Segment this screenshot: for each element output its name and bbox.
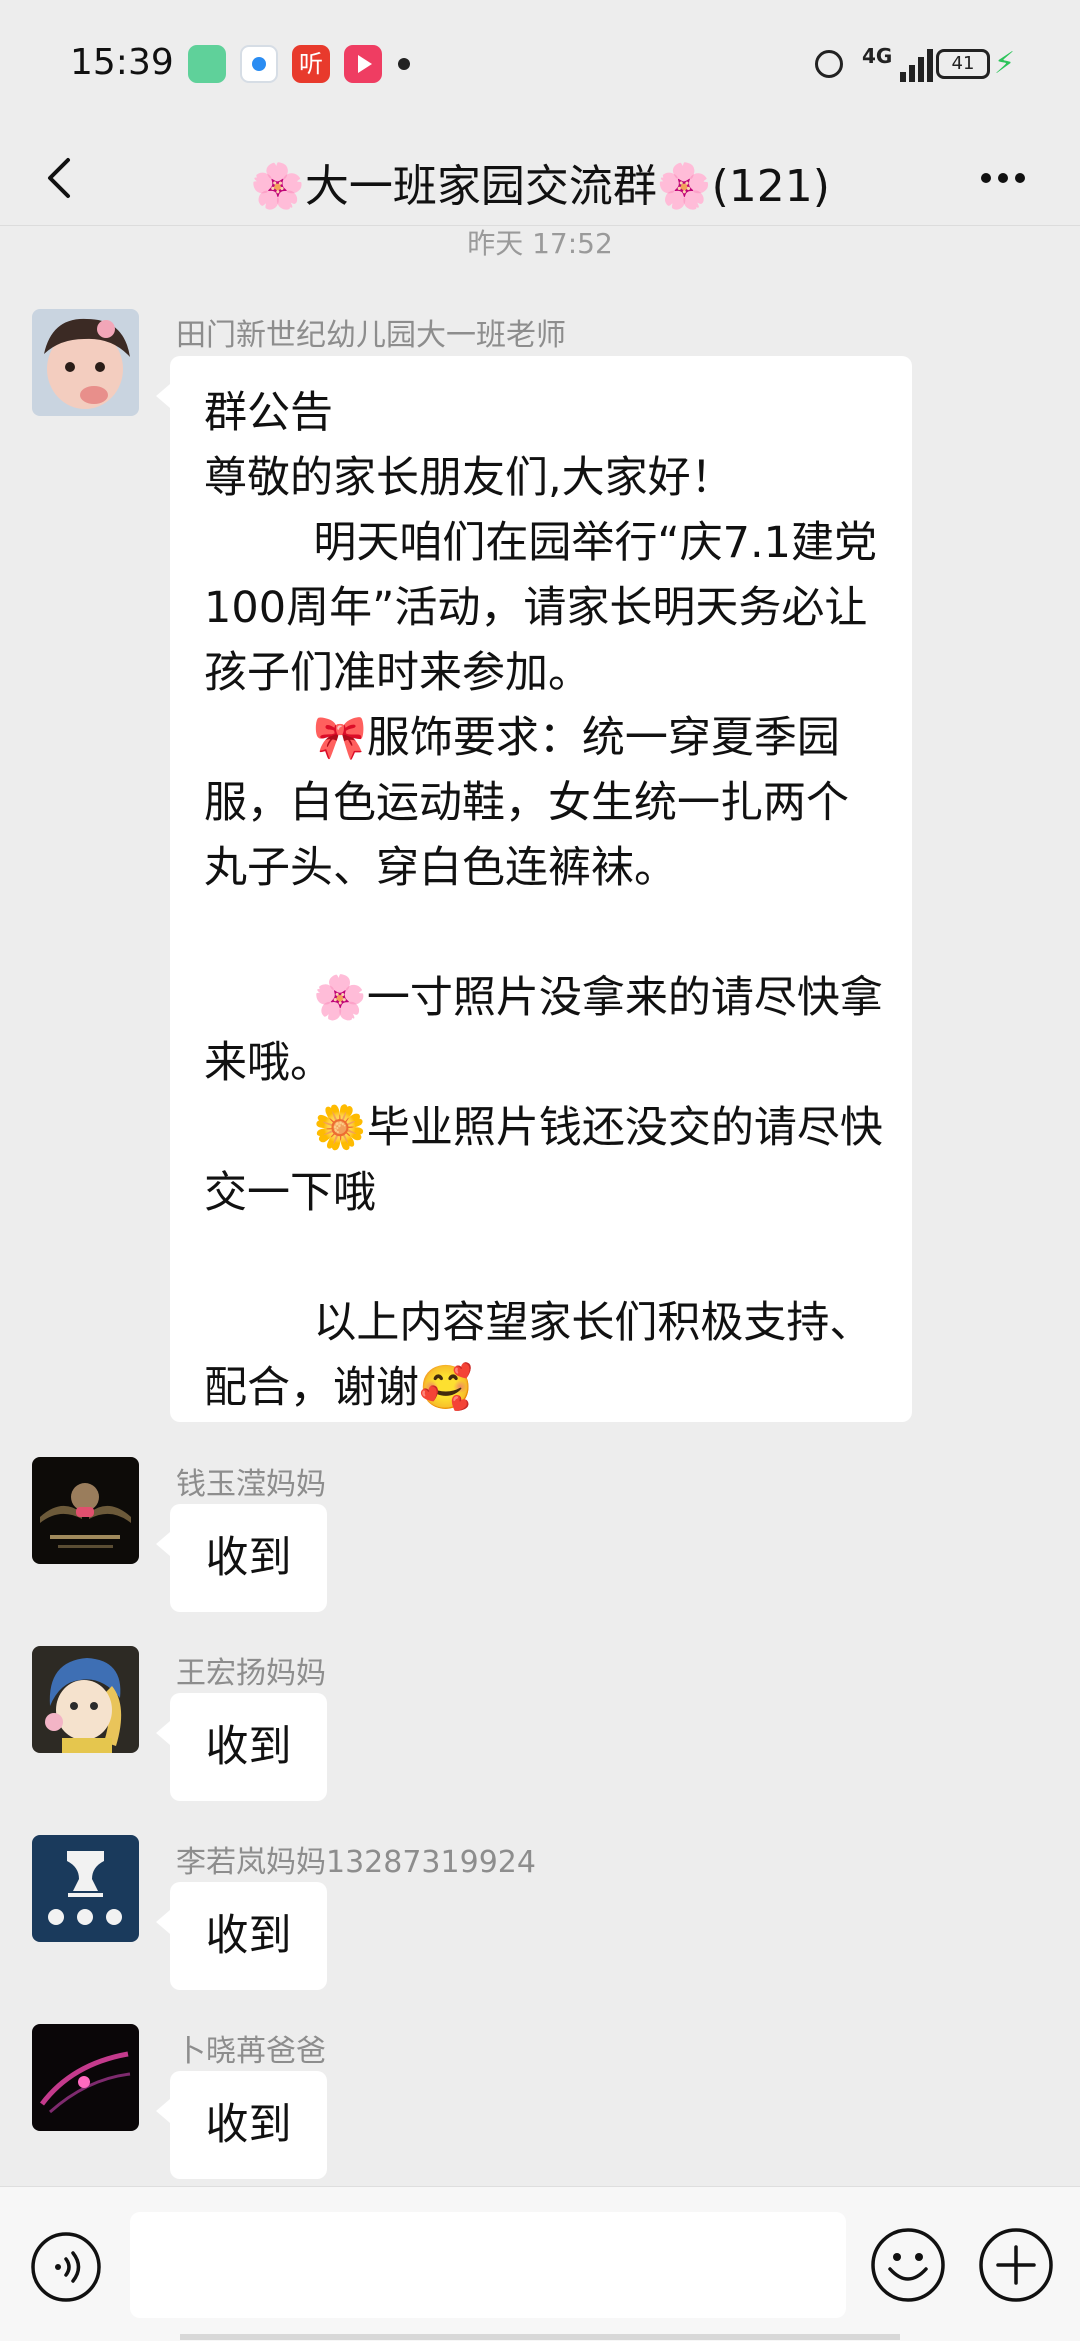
notification-dot-icon	[398, 58, 410, 70]
ting-app-icon: 听	[292, 45, 330, 83]
avatar[interactable]	[32, 1835, 139, 1942]
message-bubble[interactable]: 群公告 尊敬的家长朋友们,大家好！ 明天咱们在园举行“庆7.1建党100周年”活…	[156, 356, 912, 1422]
message-bubble[interactable]: 收到	[156, 1693, 327, 1801]
message-bubble[interactable]: 收到	[156, 1504, 327, 1612]
plus-icon[interactable]	[978, 2227, 1054, 2303]
charging-bolt-icon: ⚡	[994, 46, 1016, 81]
home-indicator	[180, 2334, 900, 2340]
avatar[interactable]	[32, 2024, 139, 2131]
green-app-icon	[188, 45, 226, 83]
chat-title: 🌸大一班家园交流群🌸(121)	[250, 161, 830, 212]
message-bubble[interactable]: 收到	[156, 1882, 327, 1990]
avatar[interactable]	[32, 1457, 139, 1564]
network-type-label: 4G	[862, 44, 893, 68]
battery-icon: 41	[936, 49, 990, 79]
chat-header: 🌸大一班家园交流群🌸(121)	[0, 130, 1080, 226]
voice-icon[interactable]	[30, 2231, 102, 2303]
avatar[interactable]	[32, 1646, 139, 1753]
input-bar	[0, 2186, 1080, 2341]
sender-name: 田门新世纪幼儿园大一班老师	[176, 318, 566, 353]
browser-icon	[240, 45, 278, 83]
message-bubble[interactable]: 收到	[156, 2071, 327, 2179]
sender-name: 卜晓苒爸爸	[176, 2034, 326, 2069]
emoji-icon[interactable]	[870, 2227, 946, 2303]
signal-icon	[898, 46, 938, 82]
chat-timestamp: 昨天 17:52	[467, 227, 613, 260]
chevron-left-icon[interactable]	[40, 156, 80, 200]
sender-name: 王宏扬妈妈	[176, 1656, 326, 1691]
alarm-icon	[815, 50, 843, 78]
sender-name: 钱玉滢妈妈	[176, 1467, 326, 1502]
avatar[interactable]	[32, 309, 139, 416]
status-time: 15:39	[70, 42, 174, 83]
more-dots-icon[interactable]	[978, 156, 1028, 200]
status-bar: 15:39 听 4G 41 ⚡	[0, 0, 1080, 130]
message-input[interactable]	[130, 2212, 846, 2318]
video-app-icon	[344, 45, 382, 83]
sender-name: 李若岚妈妈13287319924	[176, 1845, 536, 1880]
